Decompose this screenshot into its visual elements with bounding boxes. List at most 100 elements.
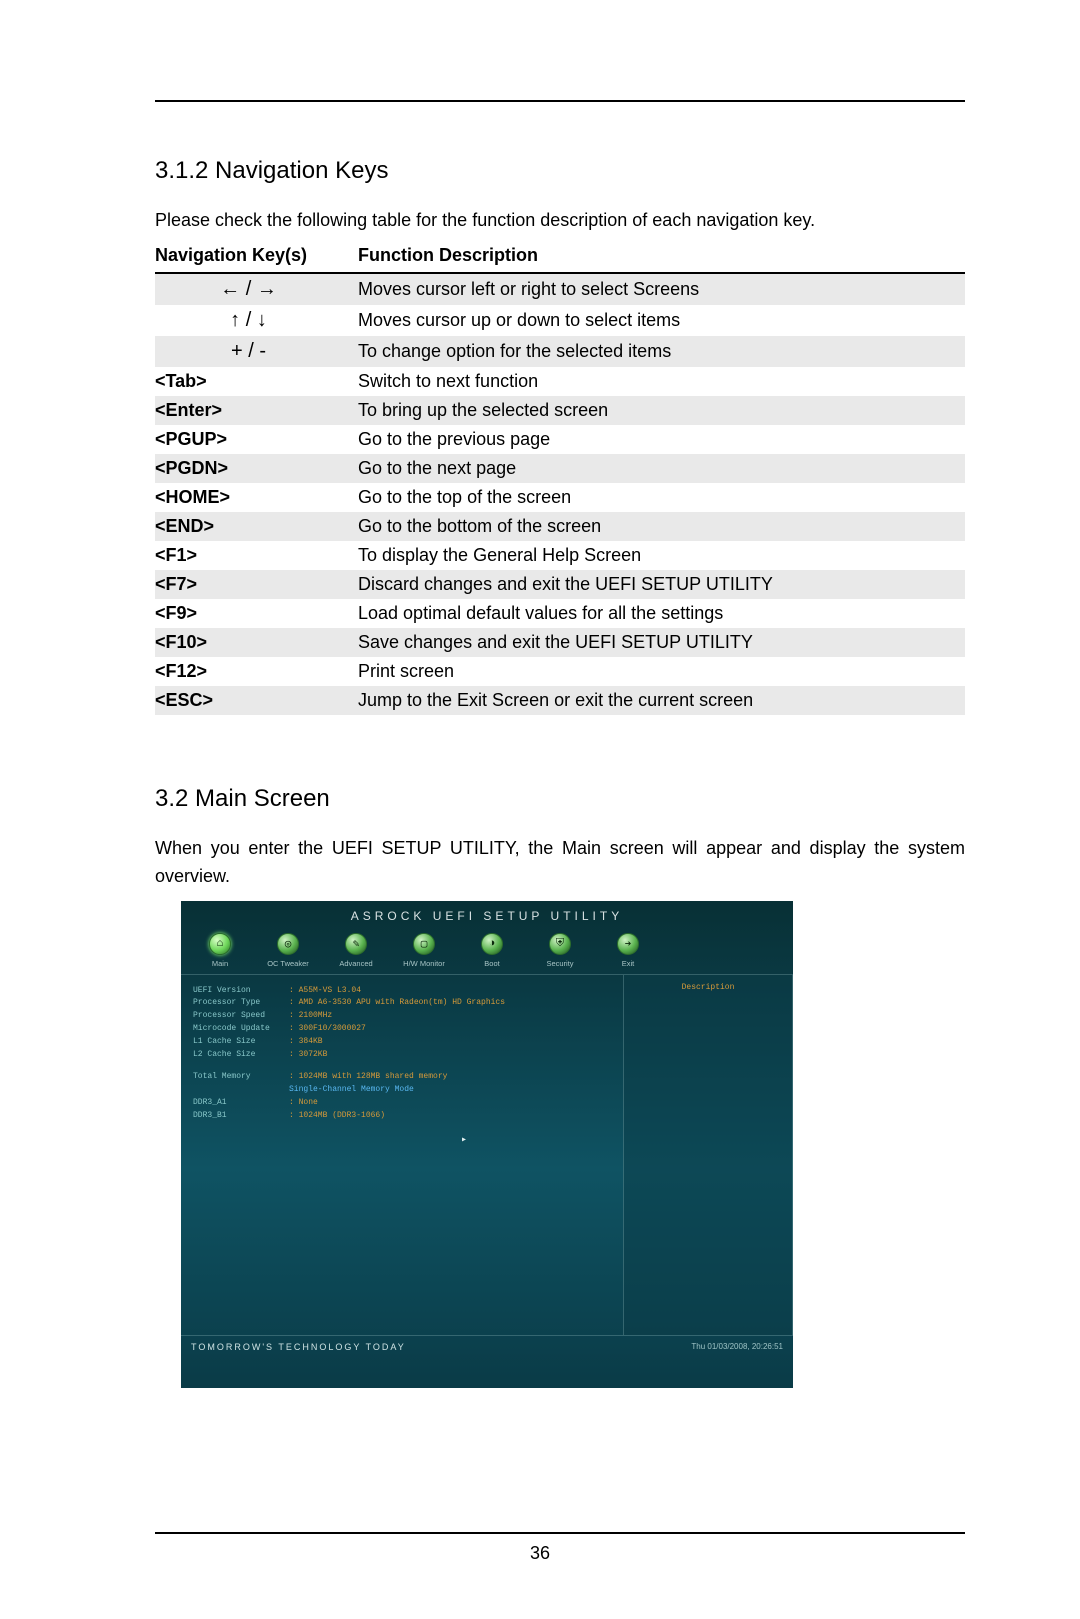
tab-main-icon: ⌂ <box>209 933 231 955</box>
th-nav-keys: Navigation Key(s) <box>155 241 350 273</box>
uefi-footer-right: Thu 01/03/2008, 20:26:51 <box>691 1342 783 1351</box>
uefi-info-val: : 2100MHz <box>289 1010 332 1023</box>
uefi-mem-val: : 1024MB (DDR3-1066) <box>289 1110 385 1123</box>
nav-key-cell: <PGDN> <box>155 454 350 483</box>
nav-key-cell: <Tab> <box>155 367 350 396</box>
nav-key-cell: <Enter> <box>155 396 350 425</box>
uefi-screenshot: ASROCK UEFI SETUP UTILITY ⌂ Main ◎OC Tweak… <box>181 901 793 1388</box>
uefi-info-val: : 300F10/3000027 <box>289 1023 366 1036</box>
nav-key-cell: + / - <box>155 336 350 367</box>
cursor-icon: ▸ <box>461 1133 467 1149</box>
uefi-mem-val: : 1024MB with 128MB shared memory <box>289 1071 447 1084</box>
uefi-info-val: : AMD A6-3530 APU with Radeon(tm) HD Gra… <box>289 997 505 1010</box>
table-row: <F12>Print screen <box>155 657 965 686</box>
nav-desc-cell: To bring up the selected screen <box>350 396 965 425</box>
tab-exit[interactable]: ➔ Exit <box>603 933 653 968</box>
uefi-mem-key: Total Memory <box>193 1071 289 1084</box>
heading-navigation-keys: 3.1.2 Navigation Keys <box>155 157 965 185</box>
nav-key-cell: <F7> <box>155 570 350 599</box>
uefi-info-row: Microcode Update: 300F10/3000027 <box>193 1023 611 1036</box>
nav-key-cell: ↑ / ↓ <box>155 305 350 336</box>
tab-exit-icon: ➔ <box>617 933 639 955</box>
uefi-info-key: L1 Cache Size <box>193 1036 289 1049</box>
uefi-info-key: L2 Cache Size <box>193 1049 289 1062</box>
nav-key-cell: <F1> <box>155 541 350 570</box>
nav-desc-cell: Jump to the Exit Screen or exit the curr… <box>350 686 965 715</box>
table-row: <F1>To display the General Help Screen <box>155 541 965 570</box>
uefi-info-val: : 384KB <box>289 1036 323 1049</box>
nav-key-cell: <F12> <box>155 657 350 686</box>
nav-desc-cell: To display the General Help Screen <box>350 541 965 570</box>
uefi-mem-key: DDR3_A1 <box>193 1097 289 1110</box>
tab-boot[interactable]: ◑ Boot <box>467 933 517 968</box>
table-row: <HOME>Go to the top of the screen <box>155 483 965 512</box>
table-row: <F7>Discard changes and exit the UEFI SE… <box>155 570 965 599</box>
tab-security-icon: ⛨ <box>549 933 571 955</box>
tab-boot-icon: ◑ <box>481 933 503 955</box>
nav-key-cell: <HOME> <box>155 483 350 512</box>
navigation-keys-table: Navigation Key(s) Function Description ←… <box>155 241 965 715</box>
table-row: <F10>Save changes and exit the UEFI SETU… <box>155 628 965 657</box>
tab-hw-monitor-label: H/W Monitor <box>403 959 445 968</box>
uefi-info-row: L2 Cache Size: 3072KB <box>193 1049 611 1062</box>
para-main-screen: When you enter the UEFI SETUP UTILITY, t… <box>155 835 965 891</box>
table-row: <PGDN>Go to the next page <box>155 454 965 483</box>
para-navkeys: Please check the following table for the… <box>155 207 965 235</box>
table-row: <END>Go to the bottom of the screen <box>155 512 965 541</box>
uefi-mem-key: DDR3_B1 <box>193 1110 289 1123</box>
top-rule <box>155 100 965 102</box>
uefi-mem-val: : None <box>289 1097 318 1110</box>
nav-key-cell: <END> <box>155 512 350 541</box>
bottom-rule <box>155 1532 965 1534</box>
uefi-mem-val: Single-Channel Memory Mode <box>289 1084 414 1097</box>
uefi-info-key: UEFI Version <box>193 985 289 998</box>
uefi-mem-row: Single-Channel Memory Mode <box>193 1084 611 1097</box>
tab-boot-label: Boot <box>484 959 499 968</box>
nav-key-cell: ← / → <box>155 273 350 305</box>
table-row: <PGUP>Go to the previous page <box>155 425 965 454</box>
tab-oc-tweaker-label: OC Tweaker <box>267 959 309 968</box>
th-func-desc: Function Description <box>350 241 965 273</box>
nav-desc-cell: Discard changes and exit the UEFI SETUP … <box>350 570 965 599</box>
uefi-mem-row: DDR3_B1: 1024MB (DDR3-1066) <box>193 1110 611 1123</box>
uefi-info-val: : 3072KB <box>289 1049 327 1062</box>
uefi-desc-label: Description <box>632 983 784 992</box>
tab-main[interactable]: ⌂ Main <box>195 933 245 968</box>
nav-desc-cell: Go to the next page <box>350 454 965 483</box>
uefi-info-row: UEFI Version: A55M-VS L3.04 <box>193 985 611 998</box>
table-row: <Tab>Switch to next function <box>155 367 965 396</box>
tab-oc-tweaker[interactable]: ◎OC Tweaker <box>263 933 313 968</box>
tab-security[interactable]: ⛨ Security <box>535 933 585 968</box>
uefi-desc-panel: Description <box>623 975 793 1335</box>
nav-desc-cell: Moves cursor left or right to select Scr… <box>350 273 965 305</box>
page-number: 36 <box>0 1543 1080 1564</box>
uefi-mem-row: DDR3_A1: None <box>193 1097 611 1110</box>
nav-desc-cell: Go to the previous page <box>350 425 965 454</box>
table-row: ↑ / ↓Moves cursor up or down to select i… <box>155 305 965 336</box>
nav-key-cell: <PGUP> <box>155 425 350 454</box>
uefi-info-key: Processor Type <box>193 997 289 1010</box>
uefi-info-row: Processor Type: AMD A6-3530 APU with Rad… <box>193 997 611 1010</box>
nav-desc-cell: To change option for the selected items <box>350 336 965 367</box>
nav-desc-cell: Go to the bottom of the screen <box>350 512 965 541</box>
uefi-info-val: : A55M-VS L3.04 <box>289 985 361 998</box>
table-row: <Enter>To bring up the selected screen <box>155 396 965 425</box>
uefi-info-row: Processor Speed: 2100MHz <box>193 1010 611 1023</box>
uefi-title: ASROCK UEFI SETUP UTILITY <box>181 901 793 929</box>
nav-key-cell: <F9> <box>155 599 350 628</box>
nav-desc-cell: Go to the top of the screen <box>350 483 965 512</box>
uefi-info-key: Microcode Update <box>193 1023 289 1036</box>
table-row: <F9>Load optimal default values for all … <box>155 599 965 628</box>
tab-advanced[interactable]: ✎Advanced <box>331 933 381 968</box>
uefi-info-panel: UEFI Version: A55M-VS L3.04Processor Typ… <box>181 975 623 1335</box>
tab-hw-monitor-icon: ▢ <box>413 933 435 955</box>
nav-desc-cell: Switch to next function <box>350 367 965 396</box>
table-row: ← / →Moves cursor left or right to selec… <box>155 273 965 305</box>
tab-security-label: Security <box>546 959 573 968</box>
tab-exit-label: Exit <box>622 959 635 968</box>
tab-advanced-label: Advanced <box>339 959 372 968</box>
nav-desc-cell: Print screen <box>350 657 965 686</box>
tab-hw-monitor[interactable]: ▢ H/W Monitor <box>399 933 449 968</box>
tab-main-label: Main <box>212 959 228 968</box>
nav-desc-cell: Save changes and exit the UEFI SETUP UTI… <box>350 628 965 657</box>
